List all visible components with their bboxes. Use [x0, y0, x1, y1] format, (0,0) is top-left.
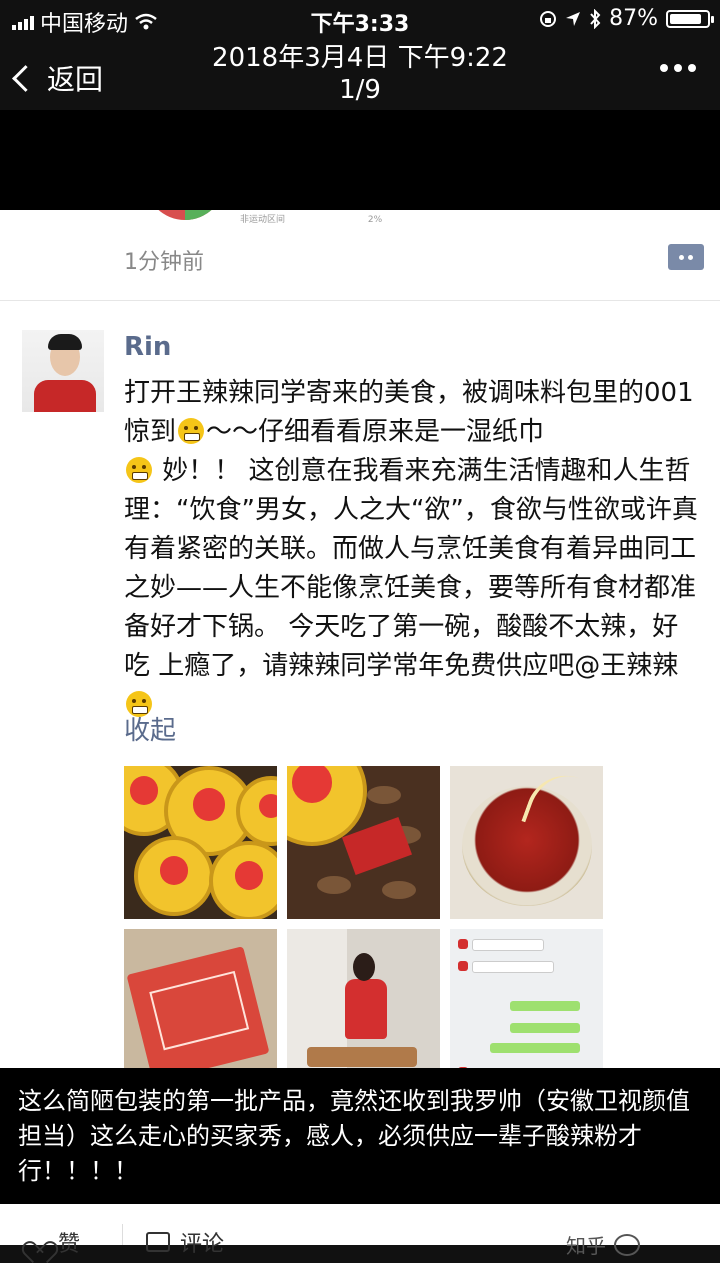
like-button[interactable]: 赞: [26, 1226, 80, 1258]
legend-label: 非运动区间: [240, 215, 286, 225]
can-icon: [209, 841, 277, 919]
photo-caption: 这么简陋包装的第一批产品，竟然还收到我罗帅（安徽卫视颜值担当）这么走心的买家秀，…: [0, 1068, 720, 1204]
status-right: 87%: [539, 6, 714, 31]
legend-percent: 2%: [367, 215, 383, 225]
heart-icon: [26, 1232, 48, 1252]
battery-fill: [670, 13, 701, 24]
nav-bar: 返回 2018年3月4日 下午9:22 1/9: [0, 36, 720, 110]
post-time: 1分钟前: [124, 250, 204, 275]
surprised-emoji-icon: [178, 418, 205, 444]
pie-chart-fragment: [145, 210, 225, 220]
comment-more-icon[interactable]: [668, 244, 704, 270]
package-photo[interactable]: [287, 766, 440, 919]
chat-screenshot-photo[interactable]: [450, 929, 603, 1068]
caption-text: 这么简陋包装的第一批产品，竟然还收到我罗帅（安徽卫视颜值担当）这么走心的买家秀，…: [18, 1087, 690, 1185]
cans-photo[interactable]: [124, 766, 277, 919]
previous-post: 非运动区间 2% 1分钟前: [0, 210, 720, 301]
rotation-lock-icon: [540, 10, 557, 27]
post-text: 打开王辣辣同学寄来的美食，被调味料包里的001惊到 ～～仔细看看原来是一湿纸巾 妙…: [124, 374, 702, 725]
bluetooth-icon: [590, 8, 601, 29]
comment-icon: [146, 1232, 170, 1252]
nav-title: 2018年3月4日 下午9:22 1/9: [0, 42, 720, 106]
moments-content: 非运动区间 2% 1分钟前 Rin 打开王辣辣同学寄来的美食，被调味料包里的00…: [0, 210, 720, 1068]
battery-percent: 87%: [609, 6, 658, 31]
red-packet-icon: [126, 946, 270, 1068]
post-text-part2: ～～仔细看看原来是一湿纸巾: [206, 417, 545, 447]
comment-button[interactable]: 评论: [146, 1226, 224, 1258]
collapse-link[interactable]: 收起: [124, 710, 176, 747]
divider: [122, 1224, 123, 1245]
more-icon[interactable]: [660, 64, 696, 72]
avatar[interactable]: [22, 330, 104, 412]
grin-emoji-icon: [126, 457, 152, 483]
person-icon: [345, 953, 387, 1053]
post-text-part3: 妙！！ 这创意在我看来充满生活情趣和人生哲理：“饮食”男女，人之大“欲”，食欲与…: [124, 456, 698, 681]
like-label: 赞: [58, 1232, 81, 1257]
bottom-action-bar: 赞 评论 知乎: [0, 1204, 720, 1258]
noodle-bowl-photo[interactable]: [450, 766, 603, 919]
red-packet-photo[interactable]: [124, 929, 277, 1068]
black-band: [0, 110, 720, 210]
chart-legend: 非运动区间 2%: [240, 212, 382, 225]
pack-label-box: [149, 970, 250, 1051]
location-icon: [566, 11, 581, 26]
nav-date: 2018年3月4日 下午9:22: [212, 43, 508, 73]
status-bar: 中国移动 下午3:33 87%: [0, 0, 720, 37]
nav-page-counter: 1/9: [339, 75, 381, 105]
can-icon: [134, 836, 214, 916]
battery-icon: [666, 9, 714, 28]
person-photo[interactable]: [287, 929, 440, 1068]
post-username[interactable]: Rin: [124, 332, 171, 362]
comment-label: 评论: [180, 1232, 225, 1257]
